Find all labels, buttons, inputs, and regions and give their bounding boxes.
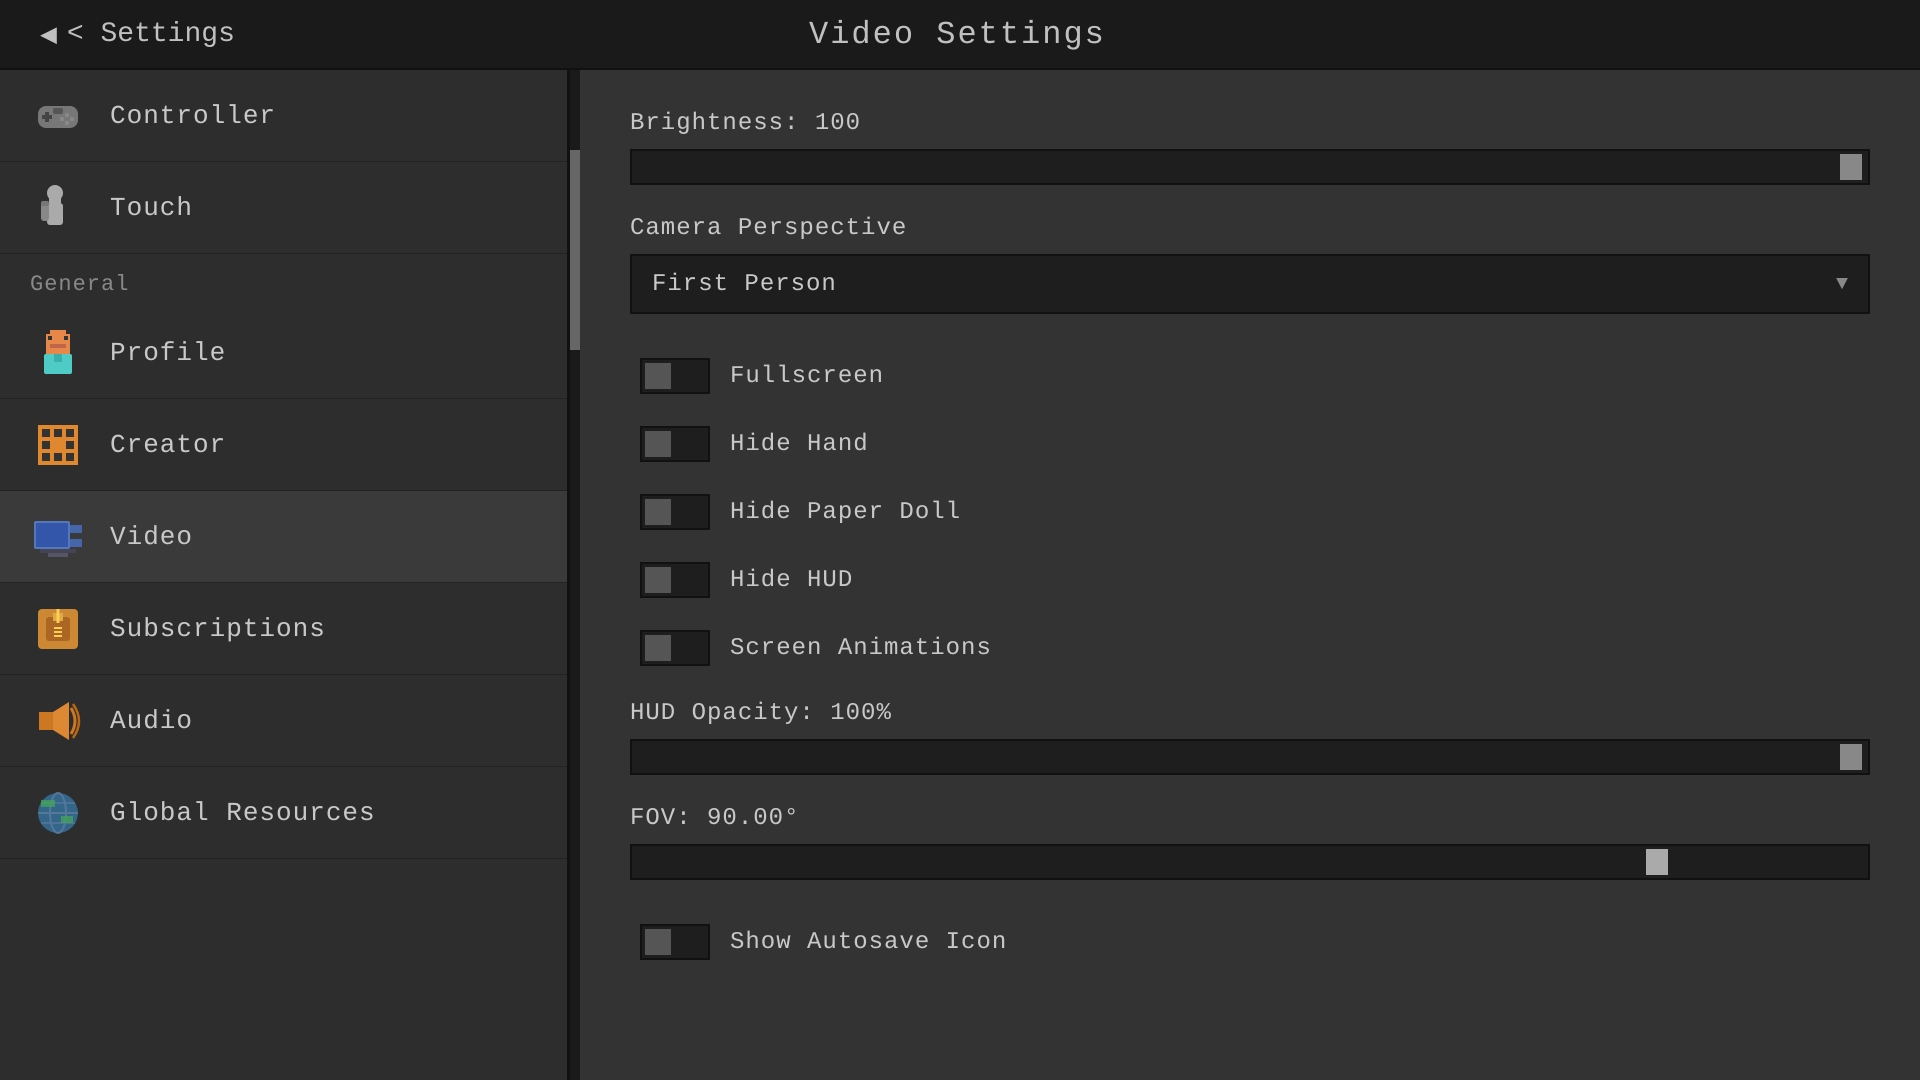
sidebar-item-subscriptions[interactable]: Subscriptions: [0, 583, 567, 675]
hide-hand-row: Hide Hand: [630, 412, 1870, 476]
brightness-thumb[interactable]: [1840, 154, 1862, 180]
show-autosave-row: Show Autosave Icon: [630, 910, 1870, 974]
sidebar-item-audio[interactable]: Audio: [0, 675, 567, 767]
sidebar-label-profile: Profile: [110, 338, 226, 368]
audio-icon: [30, 693, 85, 748]
video-icon: [30, 509, 85, 564]
scrollbar-thumb[interactable]: [570, 150, 580, 350]
toggle-knob: [645, 567, 671, 593]
hide-paper-doll-toggle[interactable]: [640, 494, 710, 530]
fov-slider[interactable]: [630, 844, 1870, 880]
screen-animations-toggle[interactable]: [640, 630, 710, 666]
screen-animations-label: Screen Animations: [730, 635, 992, 662]
sidebar-item-profile[interactable]: Profile: [0, 307, 567, 399]
section-header-general: General: [0, 254, 567, 307]
fullscreen-label: Fullscreen: [730, 363, 884, 390]
sidebar-item-controller[interactable]: Controller: [0, 70, 567, 162]
camera-perspective-dropdown[interactable]: First Person ▼: [630, 254, 1870, 314]
brightness-slider[interactable]: [630, 149, 1870, 185]
sidebar-label-audio: Audio: [110, 706, 193, 736]
back-label: < Settings: [67, 19, 235, 50]
hud-opacity-label: HUD Opacity: 100%: [630, 700, 1870, 727]
hide-hand-label: Hide Hand: [730, 431, 869, 458]
chevron-down-icon: ▼: [1836, 273, 1848, 296]
content-panel: Brightness: 100 Camera Perspective First…: [580, 70, 1920, 1080]
hide-hud-row: Hide HUD: [630, 548, 1870, 612]
sidebar-item-creator[interactable]: Creator: [0, 399, 567, 491]
touch-icon: [30, 180, 85, 235]
sidebar-label-video: Video: [110, 522, 193, 552]
fov-thumb[interactable]: [1646, 849, 1668, 875]
hide-hand-toggle[interactable]: [640, 426, 710, 462]
hud-opacity-thumb[interactable]: [1840, 744, 1862, 770]
back-icon: ◀: [40, 17, 57, 52]
global-resources-icon: [30, 785, 85, 840]
page-title: Video Settings: [809, 16, 1106, 53]
sidebar-label-global-resources: Global Resources: [110, 798, 376, 828]
hud-opacity-slider[interactable]: [630, 739, 1870, 775]
header: ◀ < Settings Video Settings: [0, 0, 1920, 70]
sidebar-item-global-resources[interactable]: Global Resources: [0, 767, 567, 859]
camera-perspective-value: First Person: [652, 271, 837, 298]
sidebar-scrollbar[interactable]: [570, 70, 580, 1080]
fullscreen-row: Fullscreen: [630, 344, 1870, 408]
screen-animations-row: Screen Animations: [630, 616, 1870, 680]
show-autosave-label: Show Autosave Icon: [730, 929, 1007, 956]
sidebar-label-creator: Creator: [110, 430, 226, 460]
fullscreen-toggle[interactable]: [640, 358, 710, 394]
hide-hud-label: Hide HUD: [730, 567, 853, 594]
main-layout: Controller Touch General: [0, 70, 1920, 1080]
sidebar-label-controller: Controller: [110, 101, 276, 131]
hide-hud-toggle[interactable]: [640, 562, 710, 598]
sidebar-item-touch[interactable]: Touch: [0, 162, 567, 254]
toggle-knob: [645, 499, 671, 525]
fov-label: FOV: 90.00°: [630, 805, 1870, 832]
creator-icon: [30, 417, 85, 472]
show-autosave-toggle[interactable]: [640, 924, 710, 960]
sidebar-item-video[interactable]: Video: [0, 491, 567, 583]
toggle-knob: [645, 635, 671, 661]
subscriptions-icon: [30, 601, 85, 656]
hide-paper-doll-row: Hide Paper Doll: [630, 480, 1870, 544]
hide-paper-doll-label: Hide Paper Doll: [730, 499, 961, 526]
back-button[interactable]: ◀ < Settings: [40, 17, 235, 52]
sidebar: Controller Touch General: [0, 70, 570, 1080]
camera-perspective-label: Camera Perspective: [630, 215, 1870, 242]
profile-icon: [30, 325, 85, 380]
controller-icon: [30, 88, 85, 143]
sidebar-label-subscriptions: Subscriptions: [110, 614, 326, 644]
toggle-knob: [645, 431, 671, 457]
toggle-knob: [645, 363, 671, 389]
sidebar-label-touch: Touch: [110, 193, 193, 223]
toggle-knob: [645, 929, 671, 955]
brightness-label: Brightness: 100: [630, 110, 1870, 137]
